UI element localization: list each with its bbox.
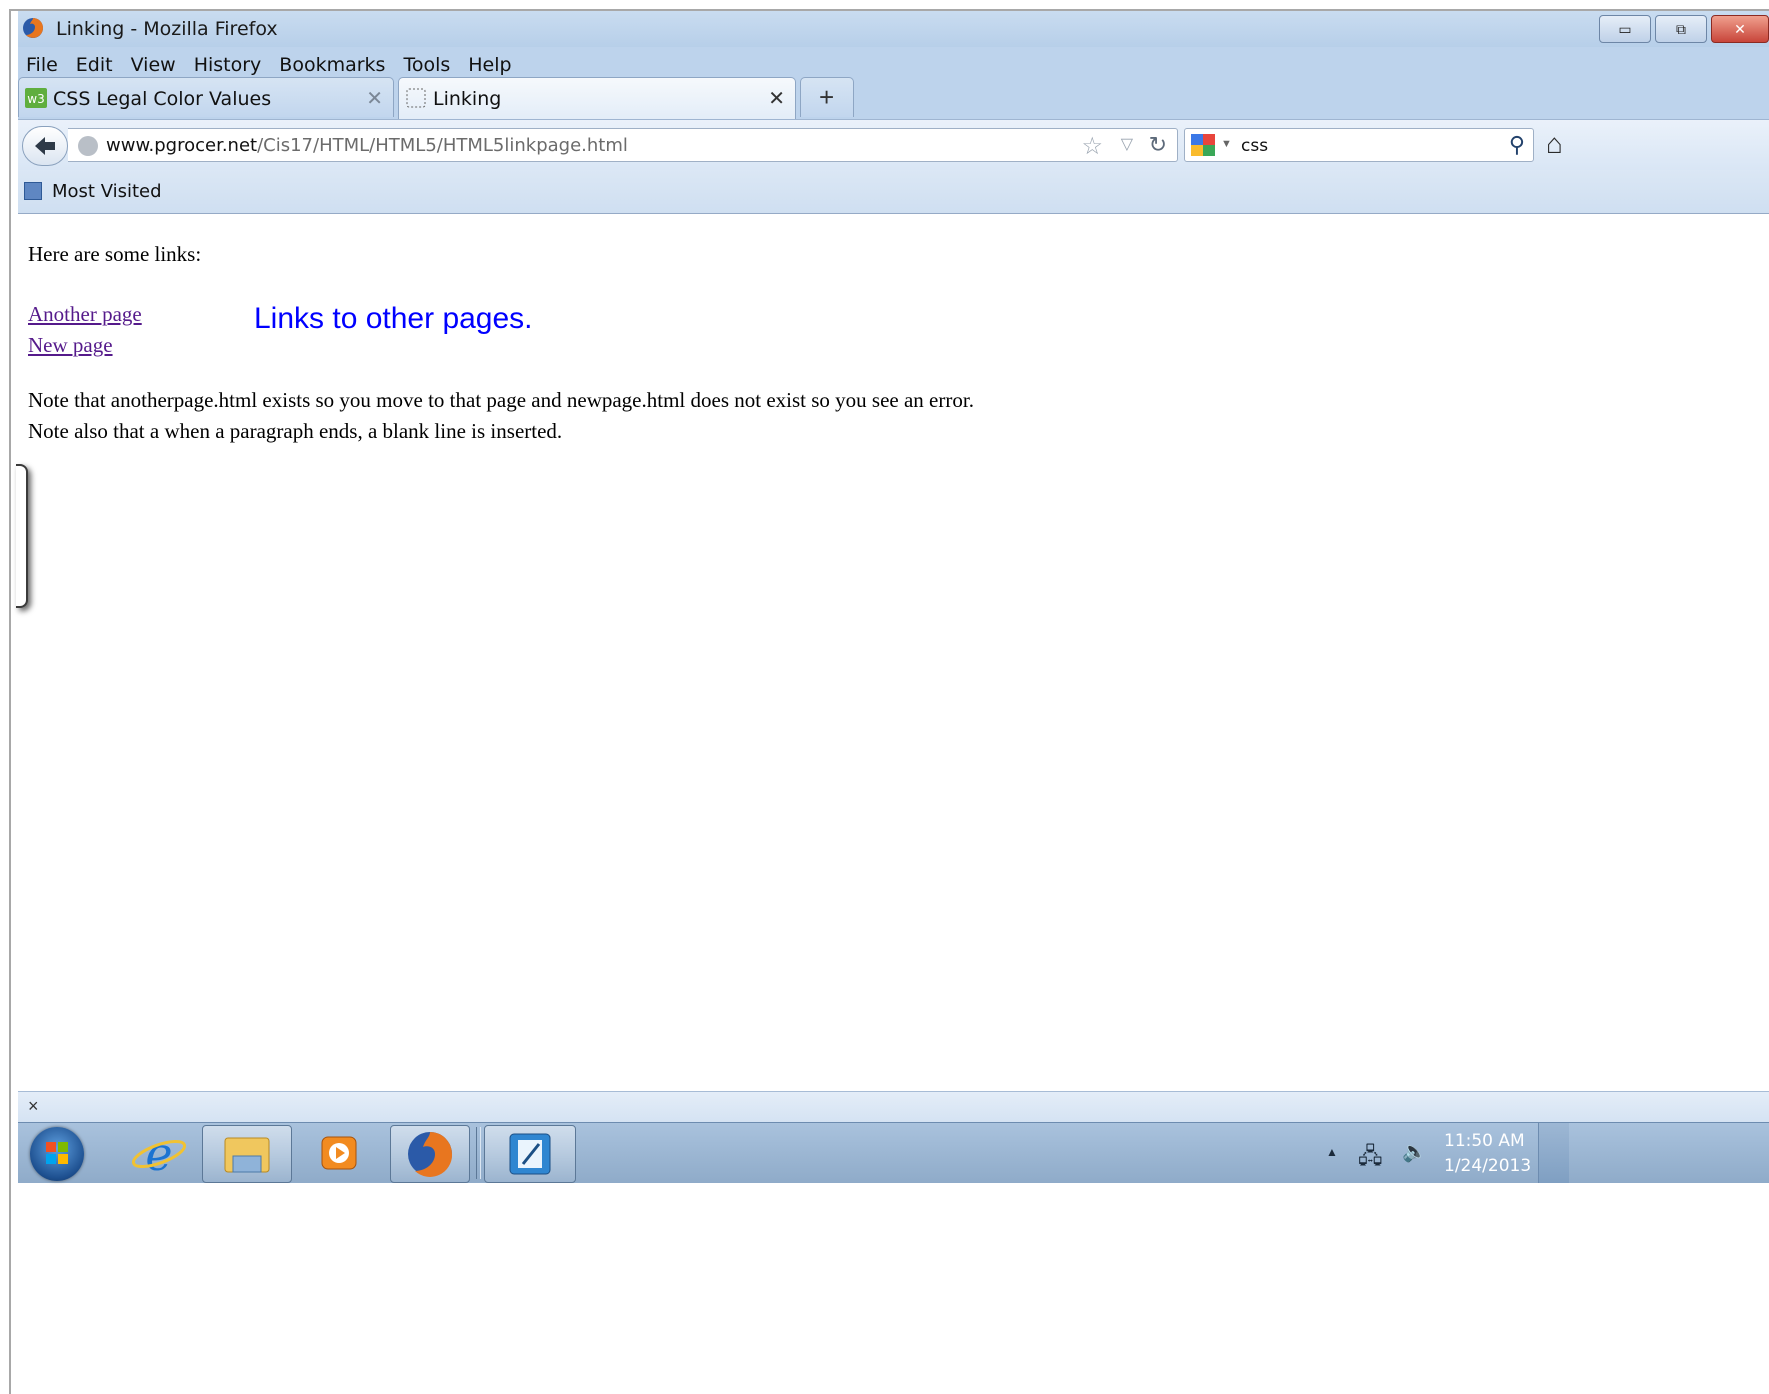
minimize-button[interactable]: ▭ [1599, 15, 1651, 43]
menu-history[interactable]: History [185, 54, 271, 76]
most-visited-icon [24, 182, 42, 200]
globe-icon [78, 136, 98, 156]
home-icon[interactable]: ⌂ [1546, 128, 1563, 160]
url-host: www.pgrocer.net [106, 135, 258, 156]
window-controls: ▭ ⧉ ✕ [1595, 15, 1769, 43]
internet-explorer-icon: e [131, 1127, 187, 1181]
network-icon[interactable]: 🖧 [1358, 1139, 1383, 1177]
bookmark-most-visited[interactable]: Most Visited [52, 181, 162, 202]
taskbar-firefox[interactable] [390, 1125, 470, 1183]
tab-label: Linking [433, 88, 502, 110]
search-magnifier-icon[interactable]: ⚲ [1509, 132, 1525, 158]
link-new-page[interactable]: New page [28, 333, 113, 358]
firefox-logo-icon [23, 18, 43, 38]
restore-button[interactable]: ⧉ [1655, 15, 1707, 43]
menu-file[interactable]: File [18, 54, 67, 76]
menu-view[interactable]: View [122, 54, 185, 76]
navigation-toolbar: www.pgrocer.net/Cis17/HTML/HTML5/HTML5li… [18, 119, 1769, 170]
taskbar-separator [476, 1127, 481, 1179]
clock-date[interactable]: 1/24/2013 [1444, 1156, 1531, 1176]
window-title: Linking - Mozilla Firefox [56, 18, 278, 40]
window-border-left [9, 9, 11, 1394]
intro-text: Here are some links: [28, 242, 202, 266]
menu-tools[interactable]: Tools [394, 54, 459, 76]
back-arrow-icon [35, 137, 55, 155]
media-player-icon [321, 1136, 357, 1170]
back-button[interactable] [22, 126, 68, 166]
tab-linking[interactable]: Linking ✕ [398, 77, 796, 119]
url-text[interactable]: www.pgrocer.net/Cis17/HTML/HTML5/HTML5li… [106, 135, 628, 156]
find-bar: × [18, 1091, 1769, 1122]
tab-close-icon[interactable]: ✕ [768, 86, 785, 111]
svg-text:w3: w3 [27, 92, 44, 106]
start-button[interactable] [30, 1127, 84, 1181]
close-window-button[interactable]: ✕ [1711, 15, 1769, 43]
new-tab-button[interactable]: + [800, 77, 854, 117]
reload-icon[interactable]: ↻ [1149, 132, 1167, 158]
taskbar-internet-explorer[interactable]: e [124, 1125, 194, 1181]
menu-edit[interactable]: Edit [67, 54, 122, 76]
close-findbar-icon[interactable]: × [28, 1096, 39, 1117]
search-input[interactable]: css [1241, 136, 1268, 156]
show-desktop-button[interactable] [1538, 1123, 1569, 1183]
search-engine-dropdown-icon[interactable]: ▼ [1221, 138, 1232, 150]
file-explorer-icon [224, 1137, 270, 1173]
url-path: /Cis17/HTML/HTML5/HTML5linkpage.html [257, 135, 628, 156]
svg-text:e: e [145, 1127, 172, 1181]
tab-bar: w3 CSS Legal Color Values ✕ Linking ✕ + [18, 77, 1769, 119]
menu-bookmarks[interactable]: Bookmarks [270, 54, 394, 76]
plus-icon: + [819, 82, 835, 112]
notepad-icon [509, 1133, 551, 1175]
bookmarks-toolbar: Most Visited [18, 170, 1769, 214]
tab-css-legal-color-values[interactable]: w3 CSS Legal Color Values ✕ [18, 77, 394, 117]
url-bar[interactable]: www.pgrocer.net/Cis17/HTML/HTML5/HTML5li… [68, 128, 1178, 162]
taskbar-notepad[interactable] [484, 1125, 576, 1183]
tab-label: CSS Legal Color Values [53, 88, 272, 110]
taskbar-media-player[interactable] [302, 1125, 378, 1181]
w3-favicon-icon: w3 [25, 88, 47, 108]
search-bar[interactable]: ▼ css ⚲ [1184, 128, 1534, 162]
link-another-page[interactable]: Another page [28, 302, 142, 327]
blank-page-icon [406, 88, 426, 108]
taskbar-file-explorer[interactable] [202, 1125, 292, 1183]
history-dropdown-icon[interactable]: ▽ [1121, 134, 1133, 154]
title-bar[interactable]: Linking - Mozilla Firefox ▭ ⧉ ✕ [18, 11, 1769, 47]
volume-icon[interactable]: 🔈 [1402, 1139, 1427, 1164]
annotation-text: Links to other pages. [254, 302, 533, 335]
show-hidden-icons-icon[interactable]: ▲ [1326, 1145, 1338, 1159]
bookmark-star-icon[interactable]: ☆ [1081, 132, 1103, 161]
tab-close-icon[interactable]: ✕ [366, 86, 383, 111]
firefox-icon [408, 1132, 453, 1177]
windows-logo-icon [46, 1142, 68, 1164]
taskbar: e ▲ 🖧 🔈 11:50 AM 1/24/2013 [18, 1122, 1769, 1183]
menu-help[interactable]: Help [459, 54, 520, 76]
clock-time[interactable]: 11:50 AM [1444, 1131, 1525, 1151]
note-paragraph-1: Note that anotherpage.html exists so you… [28, 388, 974, 412]
google-search-engine-icon[interactable] [1191, 134, 1215, 156]
note-paragraph-2: Note also that a when a paragraph ends, … [28, 419, 563, 443]
side-panel-edge [16, 464, 28, 608]
page-content: Here are some links: Another page New pa… [16, 214, 1769, 1090]
